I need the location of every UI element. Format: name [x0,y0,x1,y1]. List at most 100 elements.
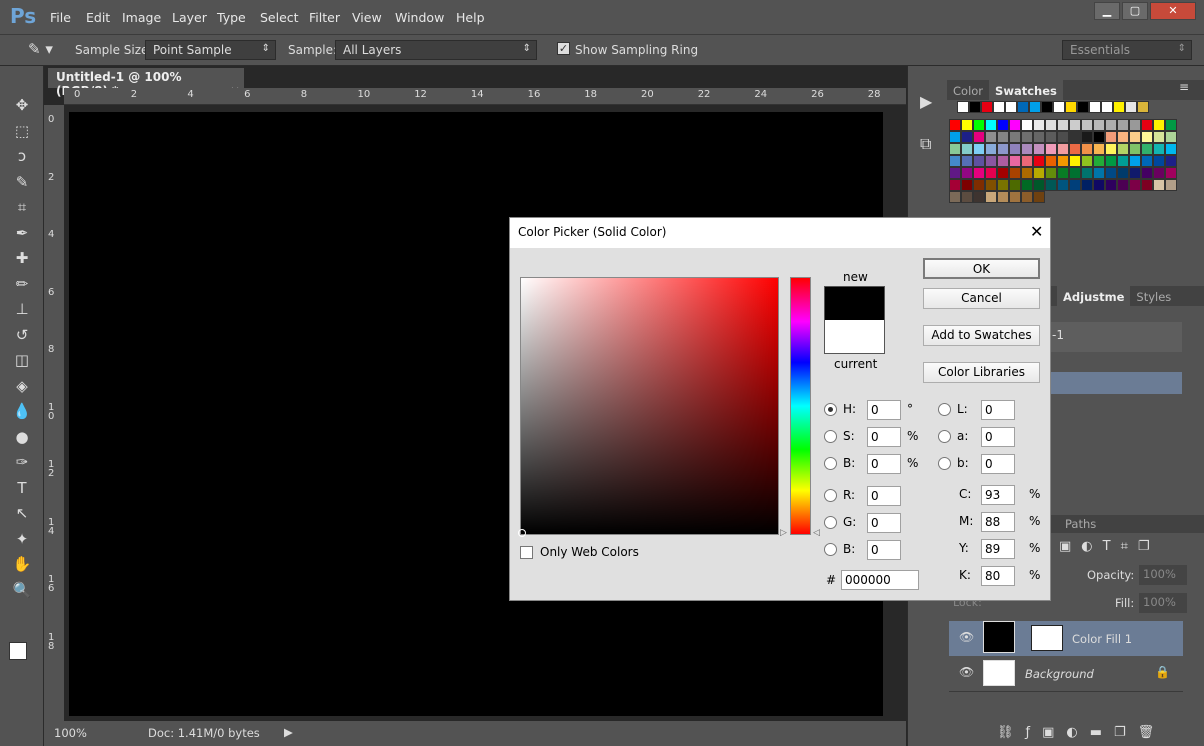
swatch[interactable] [1141,143,1153,155]
swatch[interactable] [1045,131,1057,143]
swatch[interactable] [1165,155,1177,167]
swatch[interactable] [961,191,973,203]
swatch[interactable] [1021,167,1033,179]
swatch[interactable] [985,119,997,131]
tab-adjustme[interactable]: Adjustme [1057,286,1131,308]
swatch[interactable] [985,131,997,143]
zoom-tool-icon[interactable]: 🔍 [10,581,34,603]
recent-swatch[interactable] [1041,101,1053,113]
recent-swatch[interactable] [1137,101,1149,113]
swatch[interactable] [1033,143,1045,155]
swatch[interactable] [1045,179,1057,191]
recent-swatch[interactable] [1029,101,1041,113]
swatch[interactable] [1141,179,1153,191]
swatch[interactable] [1021,155,1033,167]
tab-color[interactable]: Color [947,80,989,102]
quick-select-tool-icon[interactable]: ✎ [10,173,34,195]
swatch[interactable] [985,143,997,155]
swatch[interactable] [1009,119,1021,131]
swatch[interactable] [1033,131,1045,143]
recent-swatch[interactable] [1101,101,1113,113]
recent-swatch[interactable] [993,101,1005,113]
hue-slider-left-arrow-icon[interactable]: ▷ [780,528,787,538]
swatch[interactable] [1045,143,1057,155]
fill-field[interactable]: 100% [1139,593,1187,613]
swatch[interactable] [985,167,997,179]
swatch[interactable] [1117,155,1129,167]
menu-filter[interactable]: Filter [309,10,340,25]
swatch[interactable] [1057,167,1069,179]
cancel-button[interactable]: Cancel [923,288,1040,309]
swatch[interactable] [1057,119,1069,131]
lab-input[interactable]: 0 [981,427,1015,447]
swatch[interactable] [1129,119,1141,131]
swatch[interactable] [1069,119,1081,131]
current-color-preview[interactable] [824,320,885,354]
swatch[interactable] [1033,167,1045,179]
swatch[interactable] [949,143,961,155]
swatch[interactable] [1033,191,1045,203]
rgb-input[interactable]: 0 [867,513,901,533]
swatch[interactable] [1069,179,1081,191]
restore-button[interactable]: ▢ [1122,2,1148,20]
swatch[interactable] [1069,167,1081,179]
swatch[interactable] [1021,131,1033,143]
menu-layer[interactable]: Layer [172,10,207,25]
swatch[interactable] [997,143,1009,155]
visibility-eye-icon[interactable]: 👁 [959,630,974,644]
hsb-radio[interactable] [824,430,837,443]
swatch[interactable] [1165,179,1177,191]
rgb-input[interactable]: 0 [867,486,901,506]
only-web-colors-checkbox[interactable] [520,546,533,559]
swatch[interactable] [1165,167,1177,179]
properties-icon[interactable]: ⧉ [920,134,931,154]
swatch[interactable] [1057,179,1069,191]
lasso-tool-icon[interactable]: ↄ [10,147,34,169]
hex-input[interactable]: 000000 [841,570,919,590]
menu-select[interactable]: Select [260,10,299,25]
panel-menu-icon[interactable]: ≡ [1179,80,1189,94]
layers-footer-icons[interactable]: ⛓ƒ▣◐▬❐🗑 [997,725,1166,740]
recent-swatch[interactable] [1065,101,1077,113]
stamp-tool-icon[interactable]: ⊥ [10,300,34,322]
foreground-color-swatch[interactable] [9,642,27,660]
swatch[interactable] [1165,131,1177,143]
swatch[interactable] [1069,155,1081,167]
swatch[interactable] [1045,167,1057,179]
lab-radio[interactable] [938,457,951,470]
swatch[interactable] [1033,155,1045,167]
swatch[interactable] [1009,179,1021,191]
visibility-eye-icon[interactable]: 👁 [959,665,974,679]
swatch[interactable] [949,119,961,131]
swatch[interactable] [973,155,985,167]
recent-swatch[interactable] [1017,101,1029,113]
swatch[interactable] [1033,179,1045,191]
swatch[interactable] [949,155,961,167]
recent-swatch[interactable] [1089,101,1101,113]
paint-bucket-tool-icon[interactable]: ◈ [10,377,34,399]
swatch[interactable] [1057,155,1069,167]
eraser-tool-icon[interactable]: ◫ [10,351,34,373]
swatch[interactable] [1165,119,1177,131]
lab-input[interactable]: 0 [981,400,1015,420]
swatch[interactable] [1021,179,1033,191]
eyedropper-preset-icon[interactable]: ✎ ▾ [28,40,53,58]
swatch[interactable] [973,143,985,155]
rgb-input[interactable]: 0 [867,540,901,560]
hsb-input[interactable]: 0 [867,454,901,474]
swatch[interactable] [973,119,985,131]
hsb-radio[interactable] [824,457,837,470]
cmyk-input[interactable]: 89 [981,539,1015,559]
swatch[interactable] [1021,119,1033,131]
swatch[interactable] [1057,131,1069,143]
swatch[interactable] [973,191,985,203]
swatch[interactable] [1009,155,1021,167]
opacity-field[interactable]: 100% [1139,565,1187,585]
swatch[interactable] [1129,131,1141,143]
swatch[interactable] [1105,119,1117,131]
color-field[interactable] [520,277,779,535]
swatch[interactable] [1165,143,1177,155]
menu-help[interactable]: Help [456,10,485,25]
swatch[interactable] [1009,191,1021,203]
swatch[interactable] [1009,167,1021,179]
